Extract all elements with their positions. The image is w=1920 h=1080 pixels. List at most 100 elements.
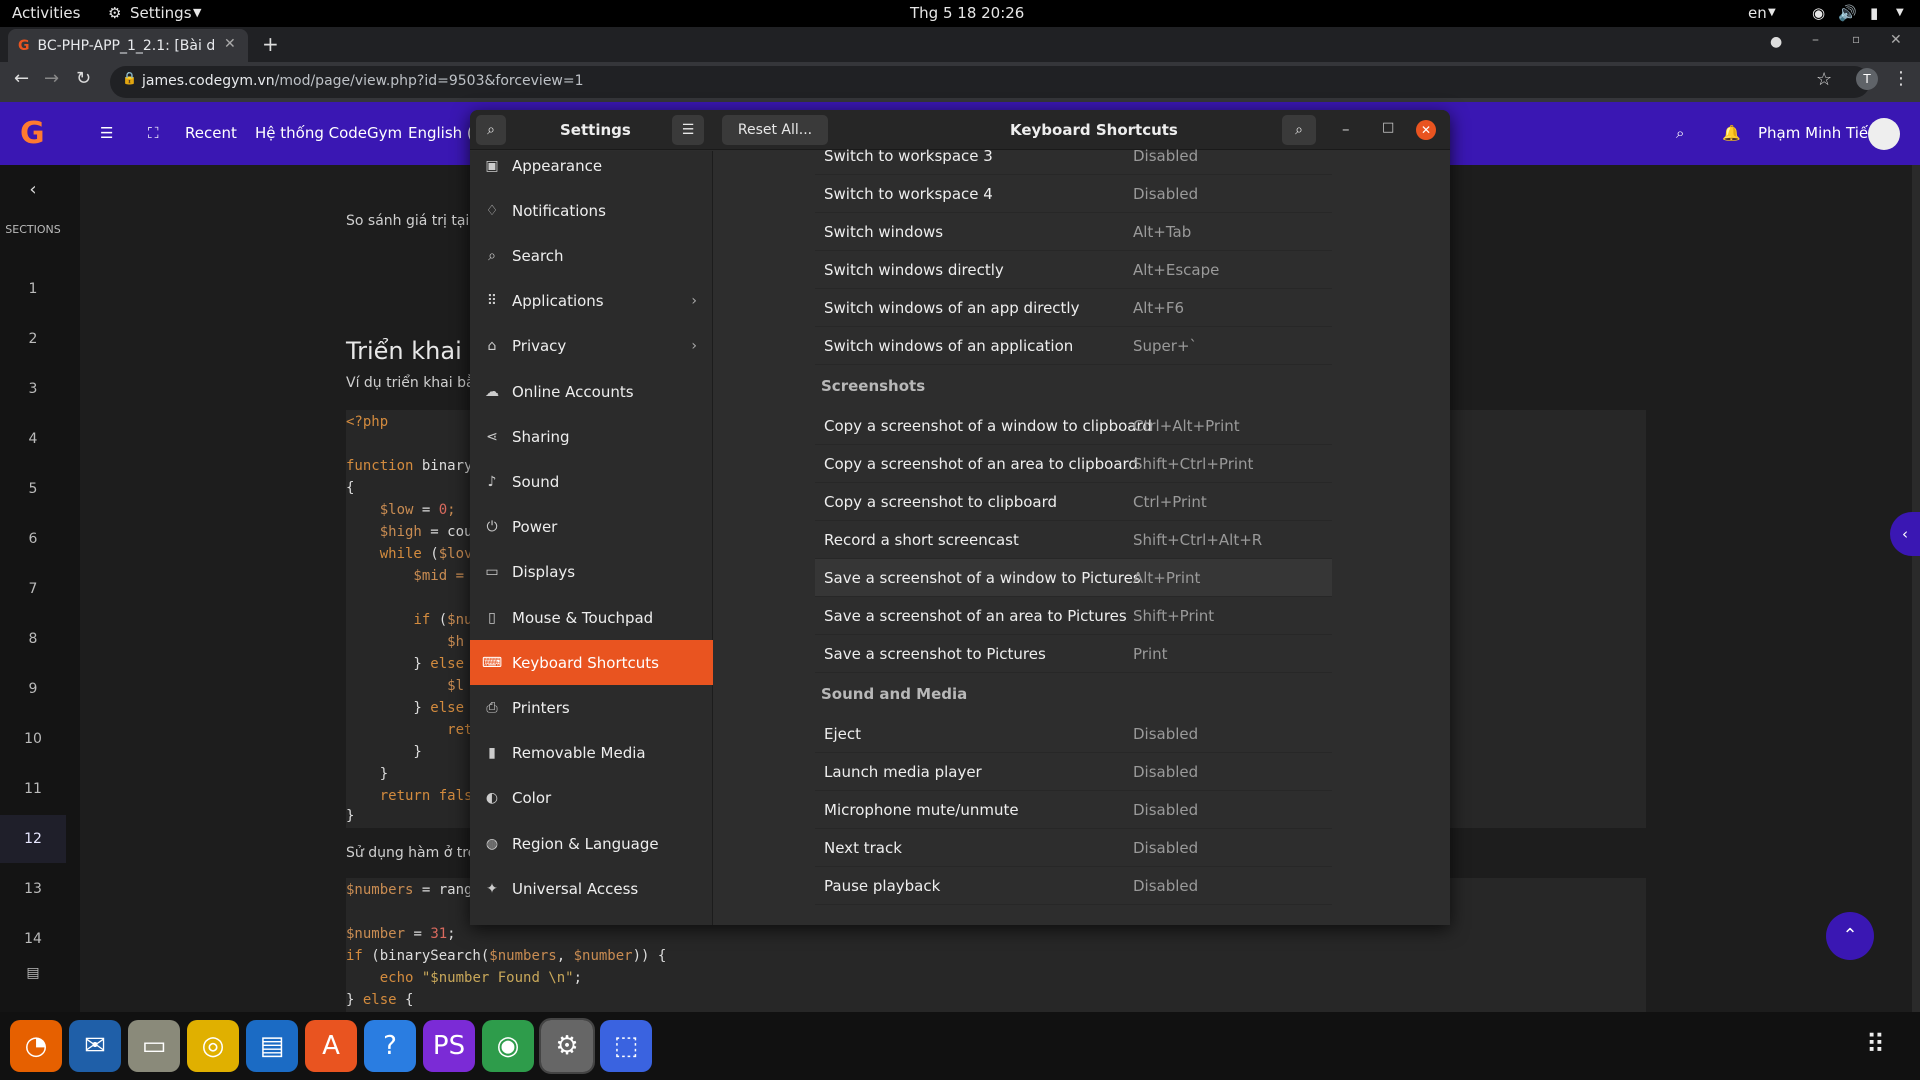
page-scrollbar[interactable] <box>1912 165 1920 1012</box>
files-icon[interactable]: ▭ <box>128 1020 180 1072</box>
new-tab-button[interactable]: + <box>262 32 279 56</box>
activities-button[interactable]: Activities <box>12 4 80 22</box>
shortcut-row[interactable]: Launch media player Disabled <box>815 753 1332 791</box>
close-browser-icon[interactable]: ✕ <box>1890 32 1902 48</box>
browser-menu-icon[interactable]: ⋮ <box>1892 68 1910 89</box>
volume-icon[interactable]: 🔊 <box>1838 4 1857 22</box>
section-link-10[interactable]: 10 <box>0 715 66 763</box>
bell-icon[interactable]: 🔔 <box>1722 124 1741 142</box>
battery-icon[interactable]: ▮ <box>1870 4 1878 22</box>
chrome-icon[interactable]: ◉ <box>482 1020 534 1072</box>
show-apps-icon[interactable]: ⠿ <box>1866 1030 1885 1060</box>
firefox-icon[interactable]: ◔ <box>10 1020 62 1072</box>
sidebar-item-privacy[interactable]: ⌂ Privacy › <box>470 324 713 369</box>
bookmark-star-icon[interactable]: ☆ <box>1816 69 1832 90</box>
shortcut-row[interactable]: Copy a screenshot to clipboard Ctrl+Print <box>815 483 1332 521</box>
user-name[interactable]: Phạm Minh Tiến <box>1758 124 1878 142</box>
sidebar-item-notifications[interactable]: ♢ Notifications <box>470 188 713 233</box>
restore-browser-icon[interactable]: ▫ <box>1852 32 1860 46</box>
shortcut-row[interactable]: Switch windows of an app directly Alt+F6 <box>815 289 1332 327</box>
section-link-5[interactable]: 5 <box>0 465 66 513</box>
shortcut-row[interactable]: Save a screenshot of a window to Picture… <box>815 559 1332 597</box>
codegym-logo[interactable]: G <box>20 116 45 151</box>
browser-tab[interactable]: G BC-PHP-APP_1_2.1: [Bài d <box>8 29 248 62</box>
back-to-top-button[interactable]: ⌃ <box>1826 912 1874 960</box>
section-link-4[interactable]: 4 <box>0 415 66 463</box>
close-icon[interactable]: ✕ <box>1416 120 1436 140</box>
rhythmbox-icon[interactable]: ◎ <box>187 1020 239 1072</box>
section-link-7[interactable]: 7 <box>0 565 66 613</box>
sidebar-item-region-language[interactable]: ◍ Region & Language <box>470 821 713 866</box>
minimize-browser-icon[interactable]: – <box>1812 32 1819 48</box>
sidebar-item-search[interactable]: ⌕ Search <box>470 233 713 278</box>
section-link-9[interactable]: 9 <box>0 665 66 713</box>
sidebar-item-online-accounts[interactable]: ☁ Online Accounts <box>470 369 713 414</box>
section-link-1[interactable]: 1 <box>0 265 66 313</box>
nav-codegym[interactable]: Hệ thống CodeGym <box>255 124 402 142</box>
archive-icon[interactable]: ▤ <box>0 965 66 981</box>
sidebar-item-applications[interactable]: ⠿ Applications › <box>470 279 713 324</box>
sidebar-item-displays[interactable]: ▭ Displays <box>470 550 713 595</box>
site-search-icon[interactable]: ⌕ <box>1676 124 1684 142</box>
collapse-sidebar-icon[interactable]: ‹ <box>0 179 66 200</box>
maximize-icon[interactable]: □ <box>1382 120 1394 135</box>
sidebar-item-power[interactable]: ⏻ Power <box>470 505 713 550</box>
shortcut-row[interactable]: Switch to workspace 4 Disabled <box>815 175 1332 213</box>
shortcut-row[interactable]: Switch to workspace 3 Disabled <box>815 137 1332 175</box>
shortcut-row[interactable]: Save a screenshot to Pictures Print <box>815 635 1332 673</box>
language-indicator[interactable]: en <box>1748 4 1767 22</box>
sidebar-item-color[interactable]: ◐ Color <box>470 776 713 821</box>
forward-icon[interactable]: → <box>44 68 59 89</box>
shortcut-row[interactable]: Save a screenshot of an area to Pictures… <box>815 597 1332 635</box>
screenshot-icon[interactable]: ⬚ <box>600 1020 652 1072</box>
sidebar-item-mouse-touchpad[interactable]: ▯ Mouse & Touchpad <box>470 595 713 640</box>
section-link-8[interactable]: 8 <box>0 615 66 663</box>
address-bar[interactable]: james.codegym.vn/mod/page/view.php?id=95… <box>110 66 1870 98</box>
minimize-icon[interactable]: – <box>1342 120 1350 138</box>
section-link-3[interactable]: 3 <box>0 365 66 413</box>
shortcut-row[interactable]: Switch windows of an application Super+` <box>815 327 1332 365</box>
app-menu[interactable]: Settings <box>130 4 192 22</box>
section-link-2[interactable]: 2 <box>0 315 66 363</box>
close-tab-icon[interactable]: ✕ <box>224 36 236 52</box>
sidebar-item-removable-media[interactable]: ▮ Removable Media <box>470 731 713 776</box>
writer-icon[interactable]: ▤ <box>246 1020 298 1072</box>
sidebar-item-appearance[interactable]: ▣ Appearance <box>470 143 713 188</box>
shortcut-row[interactable]: Microphone mute/unmute Disabled <box>815 791 1332 829</box>
shortcut-row[interactable]: Next track Disabled <box>815 829 1332 867</box>
reload-icon[interactable]: ↻ <box>76 68 91 89</box>
profile-avatar[interactable]: T <box>1856 68 1878 90</box>
software-icon[interactable]: A <box>305 1020 357 1072</box>
shortcut-row[interactable]: Record a short screencast Shift+Ctrl+Alt+… <box>815 521 1332 559</box>
fullscreen-icon[interactable]: ⛶ <box>148 124 159 142</box>
settings-menu-button[interactable]: ☰ <box>672 115 704 145</box>
sidebar-item-printers[interactable]: ⎙ Printers <box>470 685 713 730</box>
shortcut-row[interactable]: Switch windows directly Alt+Escape <box>815 251 1332 289</box>
clock[interactable]: Thg 5 18 20:26 <box>910 4 1024 22</box>
section-link-14[interactable]: 14 <box>0 915 66 963</box>
back-icon[interactable]: ← <box>14 68 29 89</box>
shortcut-row[interactable]: Eject Disabled <box>815 715 1332 753</box>
wifi-icon[interactable]: ◉ <box>1812 4 1825 22</box>
help-icon[interactable]: ? <box>364 1020 416 1072</box>
section-link-13[interactable]: 13 <box>0 865 66 913</box>
sidebar-item-sound[interactable]: ♪ Sound <box>470 459 713 504</box>
shortcut-row[interactable]: Copy a screenshot of a window to clipboa… <box>815 407 1332 445</box>
sidebar-item-sharing[interactable]: ⋖ Sharing <box>470 414 713 459</box>
thunderbird-icon[interactable]: ✉ <box>69 1020 121 1072</box>
reset-all-button[interactable]: Reset All... <box>722 115 828 145</box>
tab-search-icon[interactable]: ● <box>1770 34 1782 50</box>
phpstorm-icon[interactable]: PS <box>423 1020 475 1072</box>
sidebar-item-universal-access[interactable]: ✦ Universal Access <box>470 866 713 911</box>
settings-icon[interactable]: ⚙ <box>539 1018 595 1074</box>
section-link-6[interactable]: 6 <box>0 515 66 563</box>
sidebar-item-keyboard-shortcuts[interactable]: ⌨ Keyboard Shortcuts <box>470 640 713 686</box>
shortcut-row[interactable]: Pause playback Disabled <box>815 867 1332 905</box>
section-link-12[interactable]: 12 <box>0 815 66 863</box>
nav-recent[interactable]: Recent <box>185 124 237 142</box>
hamburger-icon[interactable]: ☰ <box>100 124 113 142</box>
section-link-11[interactable]: 11 <box>0 765 66 813</box>
drawer-toggle-icon[interactable]: ‹ <box>1890 512 1920 556</box>
avatar[interactable] <box>1868 118 1900 150</box>
shortcut-row[interactable]: Copy a screenshot of an area to clipboar… <box>815 445 1332 483</box>
